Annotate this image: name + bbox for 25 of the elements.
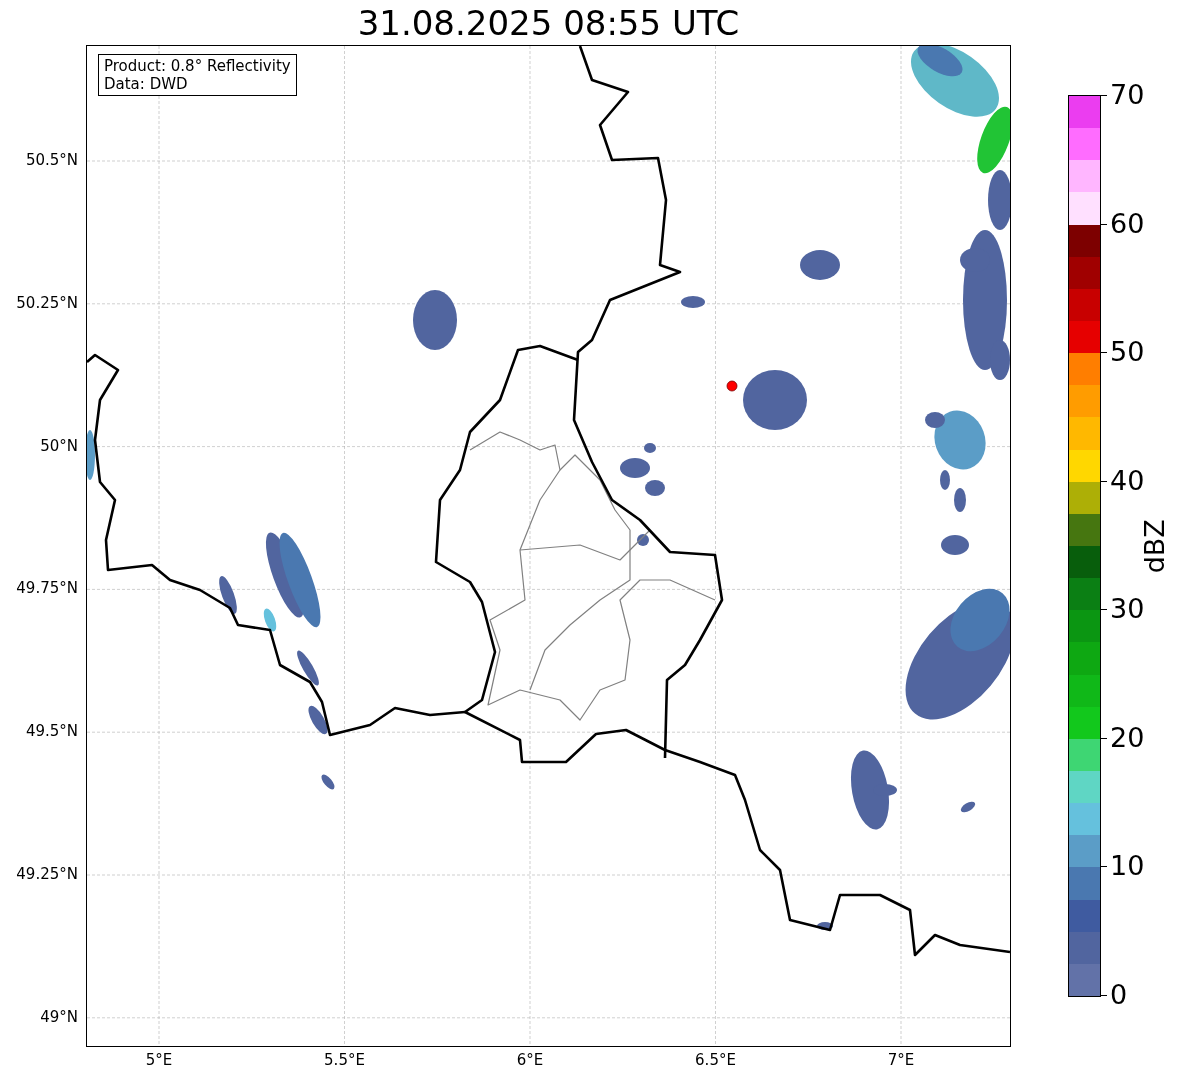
longitude-label: 6.5°E: [695, 1053, 736, 1068]
colorbar-tick-label: 70: [1110, 81, 1145, 108]
latitude-label: 50.25°N: [16, 295, 78, 311]
latitude-label: 49.5°N: [25, 724, 78, 740]
colorbar-tick-label: 10: [1110, 852, 1145, 880]
info-line: Data: DWD: [104, 75, 189, 93]
longitude-label: 6°E: [516, 1053, 544, 1068]
colorbar-tick-label: 30: [1110, 595, 1145, 623]
longitude-label: 5°E: [145, 1053, 173, 1068]
longitude-label: 7°E: [887, 1053, 915, 1068]
colorbar-label: dBZ: [1137, 518, 1171, 574]
latitude-label: 49°N: [40, 1009, 78, 1025]
colorbar-tick-label: 40: [1110, 466, 1145, 494]
latitude-label: 49.75°N: [16, 581, 78, 597]
longitude-label: 5.5°E: [324, 1053, 365, 1068]
colorbar-tick-label: 20: [1110, 723, 1145, 751]
map-title: 31.08.2025 08:55 UTC: [357, 5, 740, 40]
colorbar-tick-label: 60: [1110, 209, 1145, 237]
latitude-label: 49.25°N: [16, 867, 78, 882]
radar-site-marker: [726, 380, 738, 392]
colorbar-tick-label: 0: [1110, 981, 1128, 1008]
latitude-label: 50.5°N: [25, 153, 78, 168]
info-line: Product: 0.8° Reflectivity: [104, 57, 291, 75]
latitude-label: 50°N: [40, 438, 78, 454]
colorbar-tick-label: 50: [1110, 338, 1145, 366]
